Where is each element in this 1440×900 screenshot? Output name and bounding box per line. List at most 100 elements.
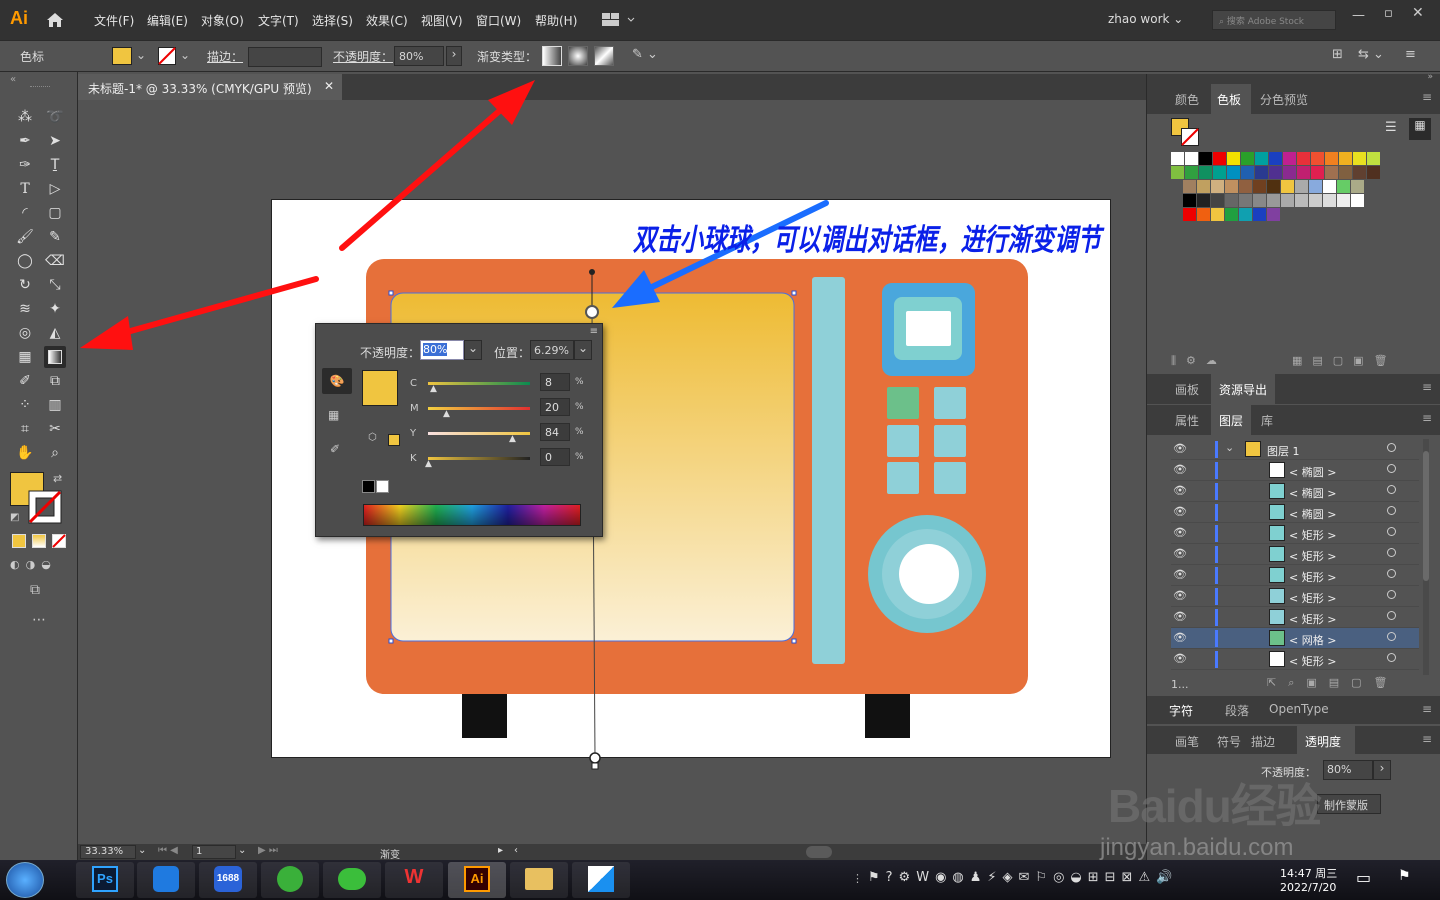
last-page-icon[interactable]: ▶ ⏭ <box>258 845 278 856</box>
layer-row[interactable]: 👁 < 椭圆 > <box>1171 502 1419 523</box>
color-swatch[interactable] <box>1311 166 1324 179</box>
recolor-icon[interactable]: ✎ ⌄ <box>632 47 658 62</box>
transparency-opacity-field[interactable]: 80% <box>1323 760 1373 780</box>
scale-icon[interactable]: ⤡ <box>44 274 66 296</box>
perspective-grid-icon[interactable]: ◭ <box>44 322 66 344</box>
layer-row[interactable]: 👁 < 矩形 > <box>1171 607 1419 628</box>
color-swatch[interactable] <box>1323 180 1336 193</box>
rotate-icon[interactable]: ↻ <box>14 274 36 296</box>
visibility-eye-icon[interactable]: 👁 <box>1173 547 1187 560</box>
color-swatch[interactable] <box>1225 194 1238 207</box>
close-button[interactable]: ✕ <box>1412 5 1424 21</box>
page-dropdown-icon[interactable]: ⌄ <box>238 845 246 856</box>
mesh-icon[interactable]: ▦ <box>14 346 36 368</box>
layers-menu-icon[interactable]: ≡ <box>1422 411 1432 425</box>
visibility-eye-icon[interactable]: 👁 <box>1173 652 1187 665</box>
color-swatch[interactable] <box>1325 152 1338 165</box>
color-swatch[interactable] <box>1269 152 1282 165</box>
layer-row[interactable]: 👁 < 矩形 > <box>1171 523 1419 544</box>
taskbar-app9[interactable] <box>572 862 630 898</box>
menu-help[interactable]: 帮助(H) <box>535 12 577 29</box>
target-circle-icon[interactable] <box>1387 485 1396 494</box>
draw-modes-icon[interactable]: ◐◑◒ <box>10 558 57 571</box>
default-colors-icon[interactable]: ◩ <box>10 512 19 523</box>
tab-stroke[interactable]: 描边 <box>1251 733 1275 750</box>
stroke-weight-field[interactable] <box>248 47 322 67</box>
color-swatch[interactable] <box>1295 180 1308 193</box>
eraser-icon[interactable]: ⌫ <box>44 250 66 272</box>
color-swatch[interactable] <box>1185 166 1198 179</box>
expand-chevron-icon[interactable]: ⌄ <box>1225 441 1234 454</box>
tab-brushes[interactable]: 画笔 <box>1175 733 1199 750</box>
color-spectrum-bar[interactable] <box>363 504 581 526</box>
color-swatch[interactable] <box>1197 194 1210 207</box>
list-view-icon[interactable]: ☰ <box>1385 120 1397 135</box>
color-swatch[interactable] <box>1171 152 1184 165</box>
notification-icon[interactable]: ▭ <box>1356 868 1371 887</box>
gradient-tool-icon[interactable] <box>44 346 66 368</box>
zoom-dropdown-icon[interactable]: ⌄ <box>138 845 146 856</box>
direct-selection-icon[interactable]: ▷ <box>44 178 66 200</box>
artboard-icon[interactable]: ⌗ <box>14 418 36 440</box>
tab-properties[interactable]: 属性 <box>1175 412 1199 429</box>
scroll-left-icon[interactable]: ‹ <box>514 845 518 856</box>
minimize-button[interactable]: — <box>1352 8 1365 23</box>
taskbar-wechat[interactable] <box>323 862 381 898</box>
taskbar-illustrator[interactable]: Ai <box>448 862 506 898</box>
visibility-eye-icon[interactable]: 👁 <box>1173 484 1187 497</box>
popup-opacity-field[interactable]: 80% <box>420 340 464 360</box>
channel-y-thumb-icon[interactable]: ▲ <box>509 434 516 444</box>
menu-type[interactable]: 文字(T) <box>258 12 299 29</box>
target-circle-icon[interactable] <box>1387 590 1396 599</box>
color-swatch[interactable] <box>1197 208 1210 221</box>
popup-position-field[interactable]: 6.29% <box>530 340 574 360</box>
color-swatch[interactable] <box>1353 166 1366 179</box>
first-page-icon[interactable]: ⏮ ◀ <box>158 845 178 856</box>
layer-row[interactable]: 👁 < 矩形 > <box>1171 565 1419 586</box>
home-icon[interactable] <box>44 9 66 31</box>
color-swatch[interactable] <box>1183 180 1196 193</box>
target-circle-icon[interactable] <box>1387 506 1396 515</box>
target-circle-icon[interactable] <box>1387 443 1396 452</box>
color-swatch[interactable] <box>1225 180 1238 193</box>
visibility-eye-icon[interactable]: 👁 <box>1173 589 1187 602</box>
shape-builder-icon[interactable]: ◎ <box>14 322 36 344</box>
warp-icon[interactable]: ≋ <box>14 298 36 320</box>
target-circle-icon[interactable] <box>1387 464 1396 473</box>
color-swatch[interactable] <box>1351 194 1364 207</box>
channel-k-thumb-icon[interactable]: ▲ <box>425 459 432 469</box>
target-circle-icon[interactable] <box>1387 569 1396 578</box>
visibility-eye-icon[interactable]: 👁 <box>1173 505 1187 518</box>
color-swatch[interactable] <box>1267 180 1280 193</box>
color-swatch[interactable] <box>1351 180 1364 193</box>
visibility-eye-icon[interactable]: 👁 <box>1173 442 1187 455</box>
rectangle-icon[interactable]: ▢ <box>44 202 66 224</box>
layers-scrollbar[interactable] <box>1423 439 1429 675</box>
layer-row[interactable]: 👁 < 椭圆 > <box>1171 481 1419 502</box>
menu-window[interactable]: 窗口(W) <box>476 12 521 29</box>
color-swatch[interactable] <box>1297 152 1310 165</box>
none-mode-icon[interactable] <box>52 534 66 548</box>
color-swatch[interactable] <box>1185 152 1198 165</box>
hand-icon[interactable]: ✋ <box>14 442 36 464</box>
color-swatch[interactable] <box>1281 180 1294 193</box>
target-circle-icon[interactable] <box>1387 632 1396 641</box>
swatches-stroke-preview[interactable] <box>1181 128 1199 146</box>
screen-mode-icon[interactable]: ⧉ <box>30 582 40 598</box>
puppet-warp-icon[interactable]: ✦ <box>44 298 66 320</box>
color-swatch[interactable] <box>1239 194 1252 207</box>
channel-y-field[interactable]: 84 <box>540 423 570 441</box>
menu-file[interactable]: 文件(F) <box>94 12 134 29</box>
color-swatch[interactable] <box>1339 166 1352 179</box>
menu-object[interactable]: 对象(O) <box>201 12 244 29</box>
popup-menu-icon[interactable]: ≡ <box>590 326 598 337</box>
color-swatch[interactable] <box>1367 152 1380 165</box>
tab-layers[interactable]: 图层 <box>1211 405 1251 435</box>
zoom-field[interactable]: 33.33% <box>80 845 136 859</box>
channel-c-field[interactable]: 8 <box>540 373 570 391</box>
blend-icon[interactable]: ⧉ <box>44 370 66 392</box>
collapse-icon[interactable]: « <box>10 74 16 85</box>
color-swatch[interactable] <box>1211 180 1224 193</box>
tab-color[interactable]: 颜色 <box>1175 91 1199 108</box>
opacity-expand-button[interactable]: › <box>446 46 462 66</box>
